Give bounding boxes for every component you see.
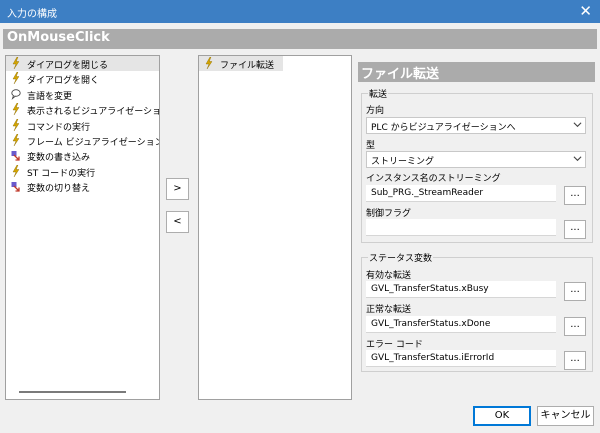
lightning-icon xyxy=(11,133,21,147)
success-transfer-browse-button[interactable]: ... xyxy=(564,317,586,336)
ok-button[interactable]: OK xyxy=(473,406,531,426)
lightning-icon xyxy=(11,118,21,131)
list-item[interactable]: ファイル転送 xyxy=(199,56,283,72)
list-item-label: 表示されるビジュアライゼーションを変 xyxy=(27,107,159,118)
event-name: OnMouseClick xyxy=(7,30,110,45)
list-item-label: フレーム ビジュアライゼーションの切り xyxy=(27,137,159,148)
error-code-field[interactable]: GVL_TransferStatus.iErrorId xyxy=(366,350,556,367)
success-transfer-label: 正常な転送 xyxy=(366,305,412,315)
lightning-icon xyxy=(11,72,21,85)
type-value: ストリーミング xyxy=(371,157,435,167)
control-flag-browse-button[interactable]: ... xyxy=(564,220,586,239)
list-item[interactable]: 表示されるビジュアライゼーションを変 xyxy=(6,102,159,117)
chevron-down-icon xyxy=(573,156,582,162)
add-action-button[interactable]: > xyxy=(166,178,189,200)
instance-browse-button[interactable]: ... xyxy=(564,186,586,205)
active-transfer-field[interactable]: GVL_TransferStatus.xBusy xyxy=(366,281,556,298)
horizontal-scrollbar[interactable] xyxy=(19,391,126,393)
cancel-button[interactable]: キャンセル xyxy=(537,406,594,426)
configured-actions-list[interactable]: ファイル転送 xyxy=(198,55,352,400)
detail-title: ファイル転送 xyxy=(361,67,440,82)
direction-select[interactable]: PLC からビジュアライゼーションへ xyxy=(366,117,586,134)
list-item[interactable]: 変数の書き込み xyxy=(6,148,159,163)
lightning-icon xyxy=(11,102,21,116)
type-label: 型 xyxy=(366,141,376,151)
lightning-icon xyxy=(11,56,21,70)
active-transfer-label: 有効な転送 xyxy=(366,271,412,281)
direction-value: PLC からビジュアライゼーションへ xyxy=(371,123,516,133)
list-item-label: ST コードの実行 xyxy=(27,168,96,179)
event-header: OnMouseClick xyxy=(3,29,597,49)
remove-action-button[interactable]: < xyxy=(166,211,189,233)
detail-title-bar: ファイル転送 xyxy=(358,62,595,82)
instance-field[interactable]: Sub_PRG._StreamReader xyxy=(366,185,556,202)
list-item-label: ダイアログを開く xyxy=(27,76,100,87)
list-item-label: 言語を変更 xyxy=(27,91,73,102)
list-item[interactable]: ダイアログを閉じる xyxy=(6,56,159,72)
status-group-label: ステータス変数 xyxy=(368,251,434,264)
available-actions-list[interactable]: ダイアログを閉じるダイアログを開く言語を変更表示されるビジュアライゼーションを変… xyxy=(5,55,160,400)
chevron-down-icon xyxy=(573,122,582,128)
close-icon[interactable]: ✕ xyxy=(579,1,592,21)
list-item[interactable]: ST コードの実行 xyxy=(6,164,159,179)
list-item-label: 変数の切り替え xyxy=(27,184,91,195)
active-transfer-browse-button[interactable]: ... xyxy=(564,282,586,301)
list-item[interactable]: 言語を変更 xyxy=(6,87,159,102)
success-transfer-field[interactable]: GVL_TransferStatus.xDone xyxy=(366,316,556,333)
error-code-browse-button[interactable]: ... xyxy=(564,351,586,370)
list-item-label: ダイアログを閉じる xyxy=(27,61,109,71)
control-flag-field[interactable] xyxy=(366,219,556,236)
transfer-group-label: 転送 xyxy=(368,87,389,100)
list-item[interactable]: 変数の切り替え xyxy=(6,179,159,194)
lightning-icon xyxy=(11,164,21,177)
list-item-label: コマンドの実行 xyxy=(27,122,91,133)
title-bar: 入力の構成 ✕ xyxy=(0,0,600,23)
window-title: 入力の構成 xyxy=(7,9,57,20)
direction-label: 方向 xyxy=(366,106,385,116)
control-flag-label: 制御フラグ xyxy=(366,209,412,219)
variable-arrow-icon xyxy=(11,149,21,161)
list-item[interactable]: ダイアログを開く xyxy=(6,71,159,86)
list-item-label: ファイル転送 xyxy=(220,61,275,71)
variable-arrow-icon xyxy=(11,180,21,192)
lightning-icon xyxy=(204,56,214,70)
instance-label: インスタンス名のストリーミング xyxy=(366,174,501,184)
list-item-label: 変数の書き込み xyxy=(27,153,91,164)
speech-icon xyxy=(11,88,21,100)
type-select[interactable]: ストリーミング xyxy=(366,151,586,168)
list-item[interactable]: コマンドの実行 xyxy=(6,118,159,133)
list-item[interactable]: フレーム ビジュアライゼーションの切り xyxy=(6,133,159,148)
error-code-label: エラー コード xyxy=(366,340,423,350)
